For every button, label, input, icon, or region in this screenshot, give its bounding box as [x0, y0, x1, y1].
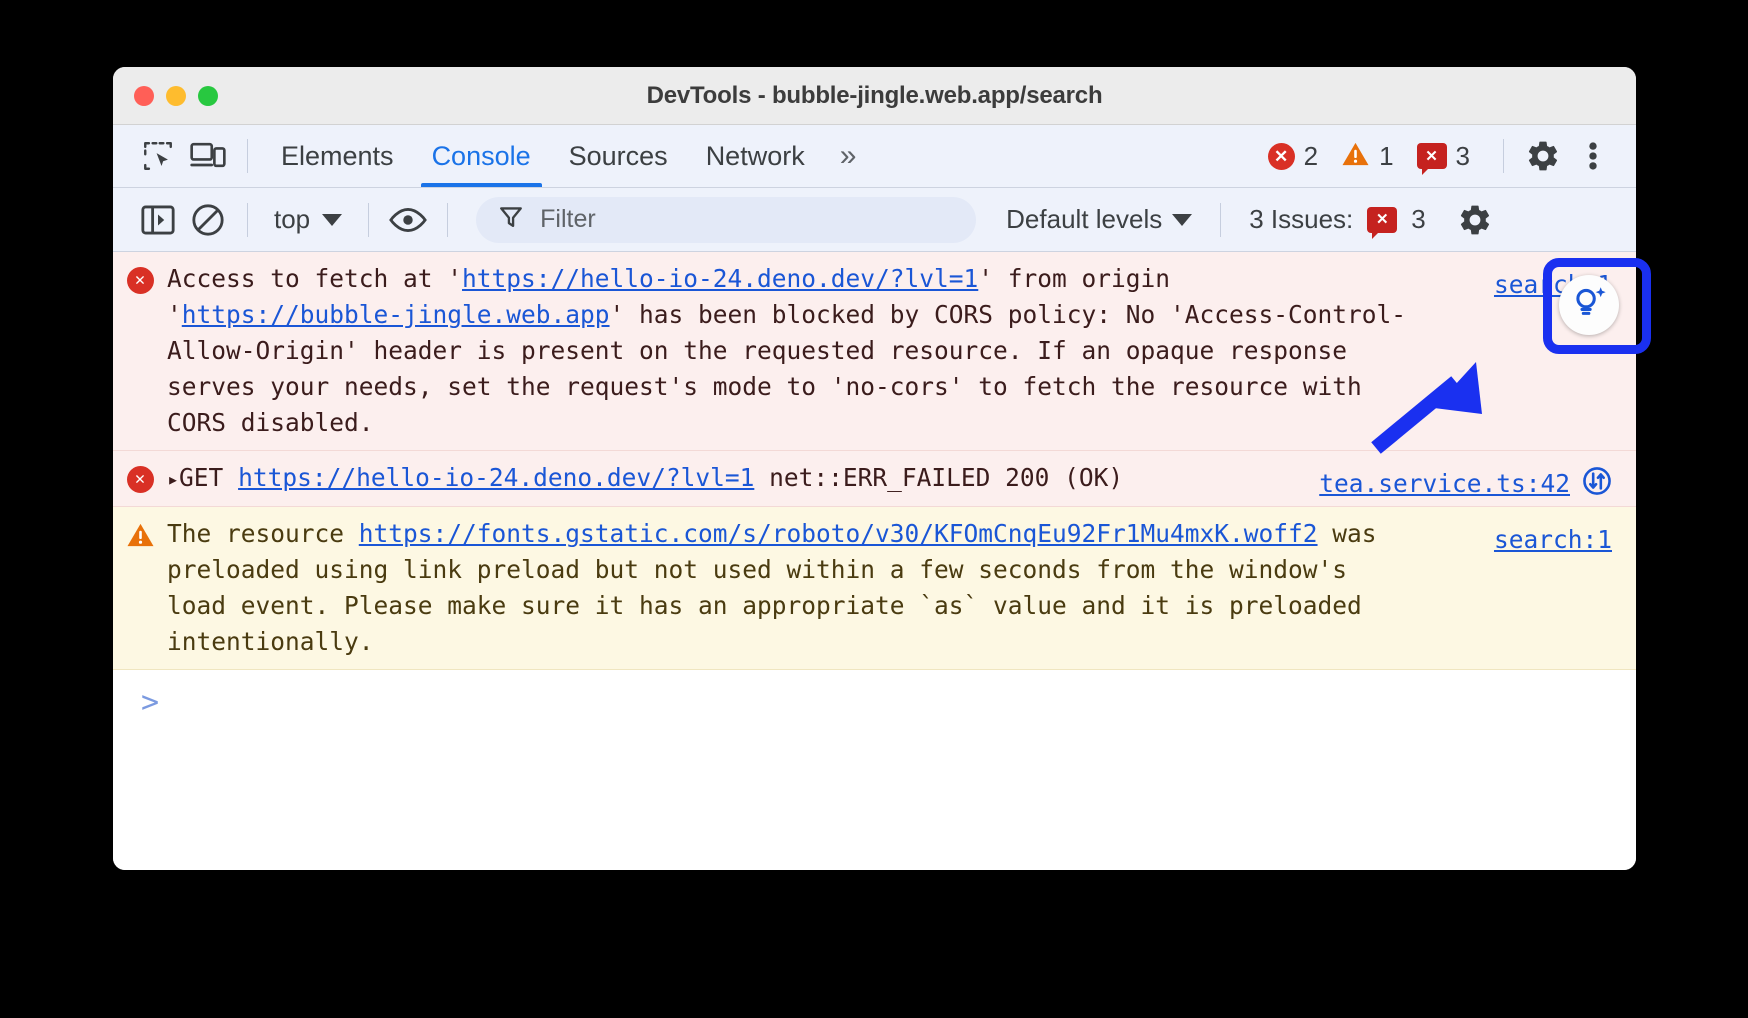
- chevron-down-icon: [322, 214, 342, 226]
- message-link[interactable]: https://hello-io-24.deno.dev/?lvl=1: [238, 463, 754, 492]
- warning-triangle-icon: [113, 516, 167, 660]
- error-count: 2: [1304, 141, 1318, 172]
- issues-count-badge[interactable]: 3: [1417, 141, 1470, 172]
- kebab-menu-icon: [1587, 139, 1599, 173]
- issues-summary-button[interactable]: 3 Issues: 3: [1235, 204, 1440, 235]
- gear-icon: [1525, 138, 1561, 174]
- warning-count-badge[interactable]: 1: [1341, 141, 1393, 172]
- filter-funnel-icon: [498, 204, 524, 235]
- console-toolbar-divider-2: [368, 203, 369, 237]
- devtools-settings-button[interactable]: [1518, 133, 1568, 179]
- console-message-text: The resource https://fonts.gstatic.com/s…: [167, 516, 1636, 660]
- tabs-overflow-button[interactable]: »: [824, 139, 869, 173]
- devtools-tabstrip: Elements Console Sources Network » 2: [113, 125, 1636, 188]
- inspect-element-button[interactable]: [133, 133, 183, 179]
- log-levels-label: Default levels: [1006, 204, 1162, 235]
- console-message-text: Access to fetch at 'https://hello-io-24.…: [167, 261, 1636, 441]
- error-circle-icon: [1268, 143, 1295, 170]
- message-segment: GET: [179, 463, 238, 492]
- warning-count: 1: [1379, 141, 1393, 172]
- execution-context-label: top: [274, 204, 310, 235]
- devtools-more-options-button[interactable]: [1568, 133, 1618, 179]
- issues-summary-label: 3 Issues:: [1249, 204, 1353, 235]
- console-toolbar-divider-4: [1220, 203, 1221, 237]
- console-sidebar-toggle-button[interactable]: [133, 197, 183, 243]
- window-traffic-lights: [134, 86, 218, 106]
- message-segment: The resource: [167, 519, 359, 548]
- message-source-link[interactable]: tea.service.ts:42: [1319, 466, 1612, 506]
- message-segment: Access to fetch at ': [167, 264, 462, 293]
- log-levels-selector[interactable]: Default levels: [992, 204, 1206, 235]
- issues-summary-count: 3: [1411, 204, 1425, 235]
- execution-context-selector[interactable]: top: [262, 198, 354, 242]
- console-message-row[interactable]: The resource https://fonts.gstatic.com/s…: [113, 507, 1636, 670]
- tab-sources[interactable]: Sources: [550, 125, 687, 187]
- tab-network[interactable]: Network: [687, 125, 824, 187]
- inspect-element-icon: [141, 139, 175, 173]
- console-prompt[interactable]: >: [113, 670, 1636, 718]
- error-circle-icon: [113, 460, 167, 497]
- console-message-row[interactable]: ▸GET https://hello-io-24.deno.dev/?lvl=1…: [113, 451, 1636, 507]
- error-circle-icon: [113, 261, 167, 441]
- live-expression-button[interactable]: [383, 197, 433, 243]
- device-toolbar-button[interactable]: [183, 133, 233, 179]
- message-source-link[interactable]: search:1: [1494, 522, 1612, 558]
- ask-ai-button[interactable]: [1559, 275, 1619, 335]
- message-segment: net::ERR_FAILED 200: [754, 463, 1064, 492]
- ai-lightbulb-sparkle-icon: [1570, 284, 1608, 327]
- gear-icon: [1457, 202, 1493, 238]
- issues-count: 3: [1456, 141, 1470, 172]
- message-link[interactable]: https://bubble-jingle.web.app: [182, 300, 610, 329]
- console-toolbar-divider-3: [447, 203, 448, 237]
- expand-arrow-icon[interactable]: ▸: [167, 467, 179, 491]
- clear-console-icon: [191, 203, 225, 237]
- clear-console-button[interactable]: [183, 197, 233, 243]
- error-count-badge[interactable]: 2: [1268, 141, 1318, 172]
- minimize-window-button[interactable]: [166, 86, 186, 106]
- tabstrip-divider-right: [1503, 139, 1504, 173]
- tabstrip-divider: [247, 139, 248, 173]
- console-messages-list[interactable]: Access to fetch at 'https://hello-io-24.…: [113, 252, 1636, 870]
- issue-bubble-icon: [1367, 207, 1397, 233]
- console-filter-input[interactable]: [538, 204, 954, 235]
- console-message-row[interactable]: Access to fetch at 'https://hello-io-24.…: [113, 252, 1636, 451]
- screenshot-stage: DevTools - bubble-jingle.web.app/search: [0, 0, 1748, 1018]
- console-settings-button[interactable]: [1450, 197, 1500, 243]
- source-link-label: tea.service.ts:42: [1319, 469, 1570, 498]
- device-toolbar-icon: [190, 139, 226, 173]
- console-filter-box[interactable]: [476, 197, 976, 243]
- chevron-down-icon: [1172, 214, 1192, 226]
- warning-triangle-icon: [1341, 141, 1370, 172]
- close-window-button[interactable]: [134, 86, 154, 106]
- tab-elements[interactable]: Elements: [262, 125, 413, 187]
- network-request-icon[interactable]: [1582, 466, 1612, 506]
- status-badges: 2 1 3: [1268, 141, 1489, 172]
- message-link[interactable]: https://fonts.gstatic.com/s/roboto/v30/K…: [359, 519, 1318, 548]
- message-link[interactable]: https://hello-io-24.deno.dev/?lvl=1: [462, 264, 978, 293]
- devtools-window: DevTools - bubble-jingle.web.app/search: [113, 67, 1636, 870]
- window-titlebar: DevTools - bubble-jingle.web.app/search: [113, 67, 1636, 125]
- message-trailing: (OK): [1064, 463, 1123, 492]
- console-toolbar-divider-1: [247, 203, 248, 237]
- console-sidebar-icon: [141, 205, 175, 235]
- console-toolbar: top: [113, 188, 1636, 252]
- maximize-window-button[interactable]: [198, 86, 218, 106]
- prompt-caret-icon: >: [141, 688, 159, 718]
- tab-console[interactable]: Console: [413, 125, 550, 187]
- window-title: DevTools - bubble-jingle.web.app/search: [113, 82, 1636, 110]
- issue-bubble-icon: [1417, 143, 1447, 169]
- eye-icon: [388, 206, 428, 234]
